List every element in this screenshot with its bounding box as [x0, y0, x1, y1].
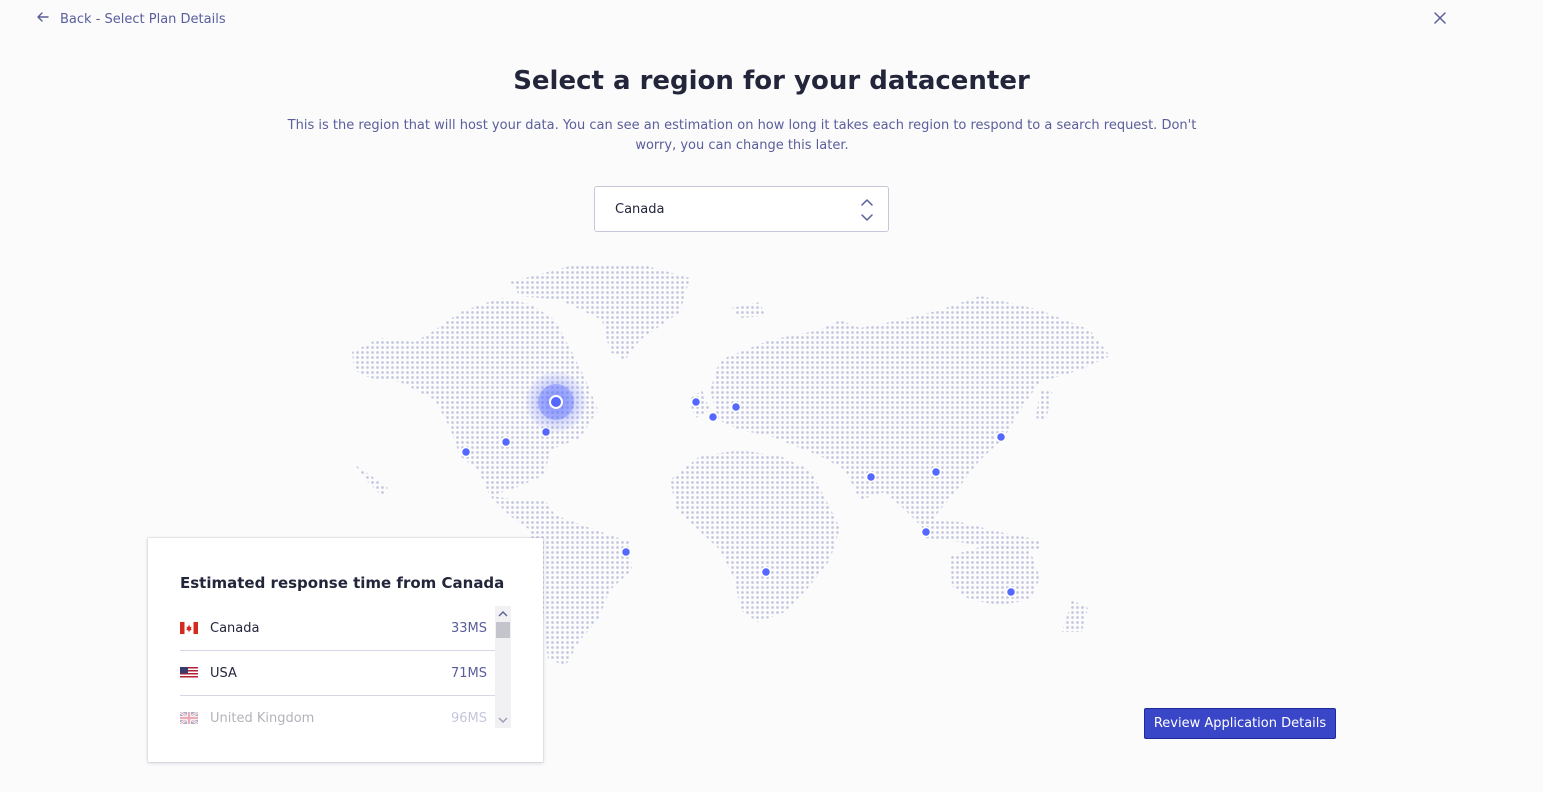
latency-card-title: Estimated response time from Canada — [180, 574, 505, 592]
back-link[interactable]: Back - Select Plan Details — [36, 9, 226, 29]
marker-australia — [1005, 586, 1017, 598]
marker-japan — [995, 431, 1007, 443]
marker-brazil — [620, 546, 632, 558]
latency-card: Estimated response time from Canada Cana… — [148, 538, 543, 762]
latency-list[interactable]: Canada 33MS USA 71MS United Kingdom 96MS — [180, 606, 495, 728]
region-select-value: Canada — [615, 202, 665, 217]
response-time: 33MS — [450, 620, 487, 636]
page-title: Select a region for your datacenter — [513, 66, 1030, 96]
marker-central-us — [500, 436, 512, 448]
marker-singapore — [920, 526, 932, 538]
selected-region-marker — [526, 372, 586, 432]
region-select[interactable]: Canada — [594, 186, 889, 232]
close-button[interactable] — [1430, 8, 1450, 28]
back-link-label: Back - Select Plan Details — [60, 11, 226, 27]
usa-flag-icon — [180, 667, 198, 679]
canada-flag-icon — [180, 622, 198, 634]
latency-list-scrollbar[interactable] — [495, 606, 511, 728]
list-item: United Kingdom 96MS — [180, 696, 495, 728]
chevron-up-down-icon — [860, 197, 874, 223]
list-item: Canada 33MS — [180, 606, 495, 651]
marker-west-us — [460, 446, 472, 458]
uk-flag-icon — [180, 711, 199, 725]
close-icon — [1434, 9, 1446, 28]
response-time: 96MS — [450, 710, 487, 726]
country-name: United Kingdom — [210, 710, 315, 726]
marker-germany — [730, 401, 742, 413]
marker-uk — [690, 396, 702, 408]
marker-india — [865, 471, 877, 483]
marker-france — [707, 411, 719, 423]
arrow-left-icon — [36, 10, 50, 28]
marker-south-africa — [760, 566, 772, 578]
country-name: Canada — [210, 620, 260, 636]
page-subtitle: This is the region that will host your d… — [287, 118, 1197, 153]
review-application-details-button[interactable]: Review Application Details — [1144, 708, 1336, 739]
country-name: USA — [210, 665, 237, 681]
marker-hong-kong — [930, 466, 942, 478]
response-time: 71MS — [450, 665, 487, 681]
list-item: USA 71MS — [180, 651, 495, 696]
